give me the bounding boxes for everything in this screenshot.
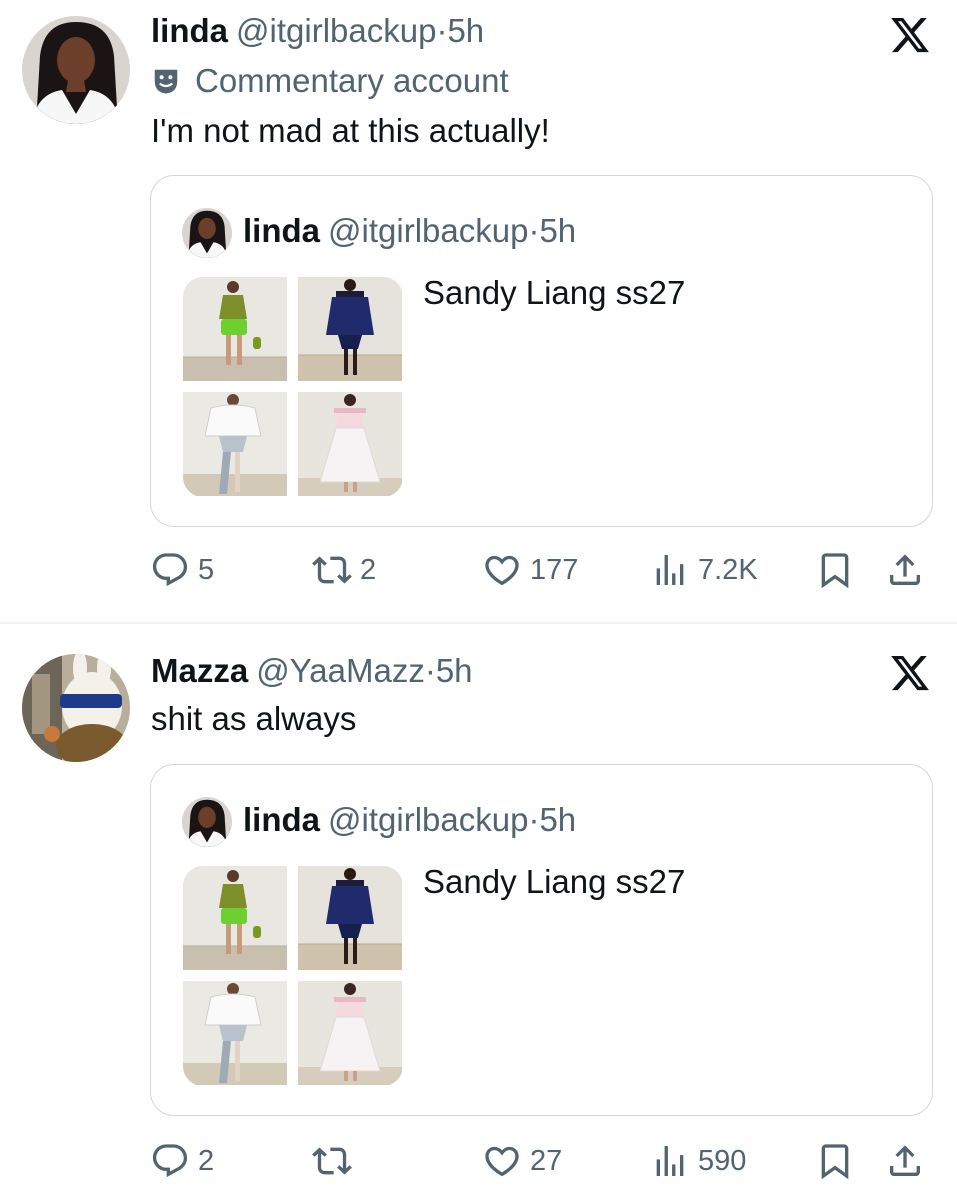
repost-icon: [312, 550, 352, 590]
like-count: 177: [530, 553, 579, 586]
runway-look-green-image[interactable]: [183, 866, 287, 970]
repost-icon: [312, 1141, 352, 1181]
repost-button[interactable]: [312, 1136, 360, 1186]
runway-look-navy-image[interactable]: [298, 277, 402, 381]
tweet[interactable]: Mazza @YaaMazz·5h shit as always linda @it…: [0, 624, 957, 1200]
views-button[interactable]: 7.2K: [650, 545, 758, 595]
reply-button[interactable]: 5: [150, 545, 214, 595]
quoted-header: linda @itgirlbackup·5h: [243, 211, 576, 251]
tweet-text: shit as always: [151, 700, 357, 737]
quoted-text: Sandy Liang ss27: [423, 863, 686, 900]
views-chart-icon: [650, 1141, 690, 1181]
tweet-text: I'm not mad at this actually!: [151, 112, 550, 149]
runway-look-pink-tulle-image[interactable]: [298, 392, 402, 496]
reply-button[interactable]: 2: [150, 1136, 214, 1186]
quoted-text: Sandy Liang ss27: [423, 274, 686, 311]
separator-dot: ·: [436, 12, 448, 49]
quoted-avatar[interactable]: [182, 208, 232, 258]
media-grid[interactable]: [183, 277, 403, 497]
quoted-timestamp: 5h: [539, 801, 577, 838]
quoted-author-name: linda: [243, 212, 321, 249]
separator-dot: ·: [424, 652, 436, 689]
avatar[interactable]: [22, 654, 130, 762]
media-grid[interactable]: [183, 866, 403, 1086]
quoted-tweet[interactable]: linda @itgirlbackup·5h Sandy Liang ss27: [150, 764, 933, 1116]
reply-icon: [150, 1141, 190, 1181]
timestamp[interactable]: 5h: [447, 12, 484, 49]
quoted-header: linda @itgirlbackup·5h: [243, 800, 576, 840]
quoted-author-handle: @itgirlbackup: [328, 801, 529, 838]
bookmark-icon: [815, 550, 855, 590]
avatar[interactable]: [22, 16, 130, 124]
reply-icon: [150, 550, 190, 590]
like-count: 27: [530, 1144, 563, 1177]
runway-look-white-jacket-image[interactable]: [183, 981, 287, 1085]
timestamp[interactable]: 5h: [436, 652, 473, 689]
share-button[interactable]: [885, 1136, 925, 1186]
tweet-header: Mazza @YaaMazz·5h: [151, 651, 473, 691]
quoted-avatar[interactable]: [182, 797, 232, 847]
commentary-badge: Commentary account: [151, 61, 509, 101]
theater-masks-icon: [154, 69, 178, 94]
quoted-author-handle: @itgirlbackup: [328, 212, 529, 249]
x-logo-icon: [889, 652, 931, 694]
bookmark-icon: [815, 1141, 855, 1181]
quoted-tweet[interactable]: linda @itgirlbackup·5h Sandy Liang ss27: [150, 175, 933, 527]
author-name[interactable]: linda: [151, 12, 228, 49]
heart-icon: [482, 550, 522, 590]
heart-icon: [482, 1141, 522, 1181]
tweet[interactable]: linda @itgirlbackup·5h Commentary account…: [0, 0, 957, 622]
action-bar: 2 27 590: [0, 1136, 957, 1186]
reply-count: 2: [198, 1144, 215, 1177]
author-handle[interactable]: @itgirlbackup: [236, 12, 436, 49]
runway-look-navy-image[interactable]: [298, 866, 402, 970]
author-handle[interactable]: @YaaMazz: [256, 652, 425, 689]
separator-dot: ·: [528, 212, 540, 249]
separator-dot: ·: [528, 801, 540, 838]
view-count: 590: [698, 1144, 747, 1177]
like-button[interactable]: 27: [482, 1136, 562, 1186]
tweet-header: linda @itgirlbackup·5h: [151, 11, 484, 51]
action-bar: 5 2 177 7.2K: [0, 545, 957, 595]
quoted-timestamp: 5h: [539, 212, 577, 249]
share-button[interactable]: [885, 545, 925, 595]
bookmark-button[interactable]: [815, 545, 855, 595]
badge-label: Commentary account: [195, 62, 509, 99]
like-button[interactable]: 177: [482, 545, 578, 595]
repost-count: 2: [360, 553, 377, 586]
x-logo-icon: [889, 14, 931, 56]
views-button[interactable]: 590: [650, 1136, 746, 1186]
quoted-author-name: linda: [243, 801, 321, 838]
bookmark-button[interactable]: [815, 1136, 855, 1186]
runway-look-pink-tulle-image[interactable]: [298, 981, 402, 1085]
views-chart-icon: [650, 550, 690, 590]
runway-look-green-image[interactable]: [183, 277, 287, 381]
share-icon: [885, 1141, 925, 1181]
repost-button[interactable]: 2: [312, 545, 376, 595]
author-name[interactable]: Mazza: [151, 652, 248, 689]
runway-look-white-jacket-image[interactable]: [183, 392, 287, 496]
share-icon: [885, 550, 925, 590]
reply-count: 5: [198, 553, 215, 586]
view-count: 7.2K: [698, 553, 758, 586]
